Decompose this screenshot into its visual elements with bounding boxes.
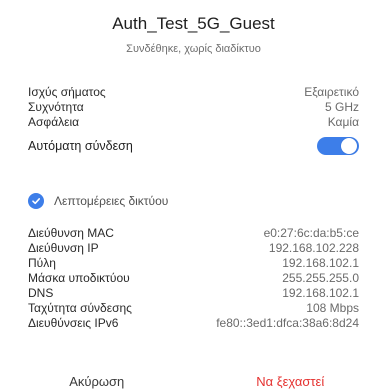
info-row-signal: Ισχύς σήματος Εξαιρετικό bbox=[28, 85, 359, 99]
detail-value: 255.255.255.0 bbox=[282, 271, 359, 285]
auto-connect-label: Αυτόματη σύνδεση bbox=[28, 139, 133, 153]
info-value: 5 GHz bbox=[324, 100, 359, 114]
info-row-frequency: Συχνότητα 5 GHz bbox=[28, 100, 359, 114]
checkmark-icon[interactable] bbox=[28, 193, 44, 209]
info-value: Εξαιρετικό bbox=[304, 85, 359, 99]
network-details-option[interactable]: Λεπτομέρειες δικτύου bbox=[28, 193, 168, 209]
detail-row-mac: Διεύθυνση MAC e0:27:6c:da:b5:ce bbox=[28, 226, 359, 240]
detail-value: e0:27:6c:da:b5:ce bbox=[263, 226, 359, 240]
detail-row-dns: DNS 192.168.102.1 bbox=[28, 286, 359, 300]
info-value: Καμία bbox=[327, 115, 359, 129]
detail-label: DNS bbox=[28, 286, 54, 300]
info-row-security: Ασφάλεια Καμία bbox=[28, 115, 359, 129]
detail-label: Διευθύνσεις IPv6 bbox=[28, 316, 119, 330]
detail-value: 108 Mbps bbox=[306, 301, 359, 315]
detail-label: Πύλη bbox=[28, 256, 56, 270]
detail-label: Μάσκα υποδικτύου bbox=[28, 271, 130, 285]
connection-status: Συνδέθηκε, χωρίς διαδίκτυο bbox=[126, 43, 261, 55]
wifi-details-dialog: Auth_Test_5G_Guest Συνδέθηκε, χωρίς διαδ… bbox=[0, 0, 387, 392]
detail-value: 192.168.102.1 bbox=[282, 256, 359, 270]
auto-connect-row[interactable]: Αυτόματη σύνδεση bbox=[28, 139, 359, 153]
detail-value: fe80::3ed1:dfca:38a6:8d24 bbox=[216, 316, 359, 330]
info-label: Ασφάλεια bbox=[28, 115, 80, 129]
cancel-button[interactable]: Ακύρωση bbox=[0, 374, 194, 389]
detail-row-ip: Διεύθυνση IP 192.168.102.228 bbox=[28, 241, 359, 255]
detail-value: 192.168.102.228 bbox=[268, 241, 359, 255]
network-details-label: Λεπτομέρειες δικτύου bbox=[54, 194, 169, 208]
detail-label: Διεύθυνση IP bbox=[28, 241, 99, 255]
network-name: Auth_Test_5G_Guest bbox=[112, 14, 275, 33]
detail-label: Διεύθυνση MAC bbox=[28, 226, 114, 240]
detail-value: 192.168.102.1 bbox=[282, 286, 359, 300]
detail-row-gateway: Πύλη 192.168.102.1 bbox=[28, 256, 359, 270]
info-label: Ισχύς σήματος bbox=[28, 85, 106, 99]
detail-row-speed: Ταχύτητα σύνδεσης 108 Mbps bbox=[28, 301, 359, 315]
detail-row-ipv6: Διευθύνσεις IPv6 fe80::3ed1:dfca:38a6:8d… bbox=[28, 316, 359, 330]
auto-connect-toggle[interactable] bbox=[317, 137, 359, 155]
detail-label: Ταχύτητα σύνδεσης bbox=[28, 301, 132, 315]
forget-network-button[interactable]: Να ξεχαστεί bbox=[194, 374, 387, 389]
toggle-knob bbox=[341, 138, 357, 154]
dialog-buttons: Ακύρωση Να ξεχαστεί bbox=[0, 374, 387, 389]
detail-row-subnet: Μάσκα υποδικτύου 255.255.255.0 bbox=[28, 271, 359, 285]
info-label: Συχνότητα bbox=[28, 100, 84, 114]
